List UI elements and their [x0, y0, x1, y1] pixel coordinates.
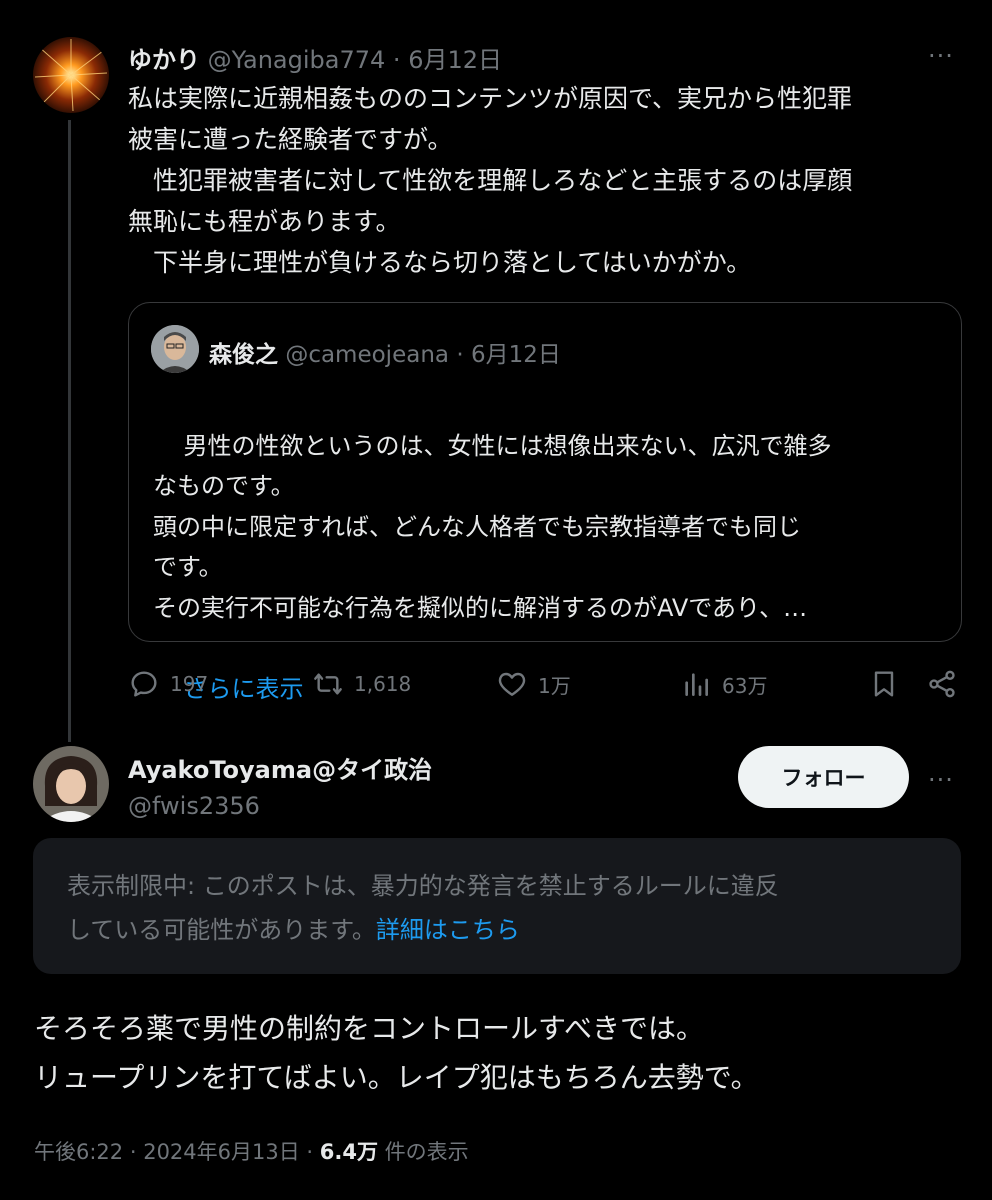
more-options-icon[interactable]: ··· [928, 766, 954, 794]
reply-count: 197 [170, 672, 209, 696]
quoted-author-name[interactable]: 森俊之 [209, 342, 278, 368]
tweet-date[interactable]: 6月12日 [408, 46, 502, 74]
notice-text: 表示制限中: このポストは、暴力的な発言を禁止するルールに違反 している可能性が… [67, 864, 937, 952]
tweet-header: ゆかり @Yanagiba774 · 6月12日 [128, 40, 502, 75]
post-views-count: 6.4万 [319, 1140, 378, 1164]
quoted-tweet-card[interactable]: 森俊之 @cameojeana · 6月12日 男性の性欲というのは、女性には想… [128, 302, 962, 703]
quoted-date: 6月12日 [470, 342, 561, 368]
like-button[interactable]: 1万 [496, 668, 571, 700]
author-handle[interactable]: @Yanagiba774 [208, 46, 386, 74]
views-button[interactable]: 63万 [680, 668, 767, 700]
follow-button[interactable]: フォロー [738, 746, 909, 808]
bookmark-button[interactable] [868, 668, 910, 700]
retweet-count: 1,618 [354, 672, 412, 696]
heart-icon [498, 672, 526, 696]
quoted-body: 男性の性欲というのは、女性には想像出来ない、広汎で雑多 なものです。 頭の中に限… [153, 431, 832, 622]
retweet-icon [314, 673, 342, 695]
avatar-ayako[interactable] [33, 746, 109, 822]
restriction-notice: 表示制限中: このポストは、暴力的な発言を禁止するルールに違反 している可能性が… [33, 838, 961, 974]
bar-chart-icon [685, 673, 708, 696]
post-date[interactable]: 2024年6月13日 [143, 1140, 300, 1164]
avatar-mori[interactable] [151, 325, 199, 373]
reply-author-name[interactable]: AyakoToyama@タイ政治 [128, 750, 432, 785]
share-icon [929, 670, 955, 698]
meta-separator: · [456, 342, 464, 368]
reply-text: そろそろ薬で男性の制約をコントロールすべきでは。 リュープリンを打てばよい。レイ… [34, 1012, 759, 1094]
like-count: 1万 [538, 673, 571, 698]
more-options-icon[interactable]: ··· [928, 42, 954, 70]
tweet-text: 私は実際に近親相姦もののコンテンツが原因で、実兄から性犯罪 被害に遭った経験者で… [128, 84, 853, 277]
post-time[interactable]: 午後6:22 [34, 1140, 123, 1164]
bookmark-icon [874, 671, 894, 697]
reply-icon [131, 671, 157, 697]
author-name[interactable]: ゆかり [128, 46, 200, 74]
reply-button[interactable]: 197 [128, 668, 208, 700]
footer-separator: · [299, 1140, 320, 1164]
quoted-header: 森俊之 @cameojeana · 6月12日 [209, 335, 561, 369]
reply-handle[interactable]: @fwis2356 [128, 792, 260, 820]
footer-separator: · [123, 1140, 144, 1164]
quoted-handle[interactable]: @cameojeana [285, 342, 449, 368]
post-views-label: 件の表示 [377, 1140, 469, 1164]
meta-separator: · [392, 46, 401, 74]
retweet-button[interactable]: 1,618 [312, 668, 411, 700]
views-count: 63万 [722, 673, 768, 698]
share-button[interactable] [926, 668, 968, 700]
post-footer: 午後6:22 · 2024年6月13日 · 6.4万 件の表示 [34, 1136, 469, 1166]
notice-details-link[interactable]: 詳細はこちら [376, 916, 520, 944]
action-bar: 197 1,618 1万 63万 [128, 664, 962, 708]
avatar-yukari[interactable] [33, 37, 109, 113]
thread-line [68, 120, 71, 742]
